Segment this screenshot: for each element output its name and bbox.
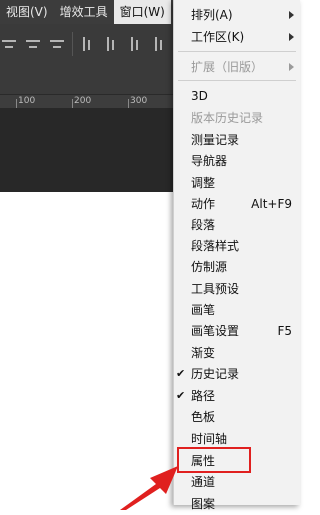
ruler-label: 300 [130, 96, 148, 106]
menu-item[interactable]: 段落样式 [174, 235, 300, 257]
menu-item[interactable]: 色板 [174, 406, 300, 428]
menu-item-label: 历史记录 [191, 367, 240, 381]
menu-item[interactable]: 图案 [174, 493, 300, 515]
menu-item-label: 排列(A) [191, 8, 233, 22]
menu-item[interactable]: 调整 [174, 172, 300, 194]
toolbar-divider [72, 32, 73, 56]
menu-item-label: 渐变 [191, 346, 216, 360]
menu-item-label: 段落样式 [191, 239, 240, 253]
canvas-work-area[interactable] [0, 108, 175, 192]
align-left-icon[interactable] [0, 36, 18, 52]
menu-divider [178, 80, 296, 81]
align-right-icon[interactable] [48, 36, 66, 52]
menu-item-label: 扩展（旧版） [191, 60, 264, 74]
menu-item[interactable]: 工作区(K) [174, 26, 300, 48]
horizontal-ruler: 100 200 300 [0, 94, 175, 109]
align-top-icon[interactable] [79, 36, 97, 52]
submenu-arrow-icon [289, 33, 294, 41]
menu-item[interactable]: 导航器 [174, 150, 300, 172]
menu-item-label: 工具预设 [191, 282, 240, 296]
distribute-icon[interactable] [151, 36, 169, 52]
menu-item[interactable]: 工具预设 [174, 278, 300, 300]
checkmark-icon: ✔ [176, 389, 186, 402]
menu-item-label: 测量记录 [191, 133, 240, 147]
menu-item-label: 仿制源 [191, 260, 228, 274]
menu-item[interactable]: ✔ 路径 [174, 385, 300, 407]
menu-item-shortcut: F5 [277, 324, 292, 338]
menu-plugins[interactable]: 增效工具 [54, 0, 114, 24]
align-bottom-icon[interactable] [127, 36, 145, 52]
menu-item-label: 路径 [191, 389, 216, 403]
submenu-arrow-icon [289, 11, 294, 19]
window-menu-dropdown: 排列(A) 工作区(K) 扩展（旧版） 3D 版本历史记录 测量记录导航器调整动作 Alt+… [173, 0, 300, 511]
menu-item[interactable]: 动作 Alt+F9 [174, 193, 300, 215]
menu-divider [178, 51, 296, 52]
menu-bar: 视图(V) 增效工具 窗口(W) [0, 0, 175, 24]
ruler-label: 200 [74, 96, 92, 106]
ruler-label: 100 [18, 96, 36, 106]
menu-item-label: 画笔设置 [191, 324, 240, 338]
menu-item[interactable]: 通道 [174, 471, 300, 493]
menu-item-label: 通道 [191, 475, 216, 489]
menu-item[interactable]: 仿制源 [174, 256, 300, 278]
menu-item-label: 调整 [191, 176, 216, 190]
document-tab-strip [0, 64, 175, 94]
menu-item-label: 动作 [191, 197, 216, 211]
align-middle-icon[interactable] [103, 36, 121, 52]
menu-item[interactable]: 排列(A) [174, 4, 300, 26]
menu-item-label: 段落 [191, 218, 216, 232]
pointer-arrow-shape [120, 466, 178, 510]
pointer-arrow-icon [120, 466, 178, 510]
menu-item-label: 色板 [191, 410, 216, 424]
menu-item[interactable]: 3D [174, 85, 300, 107]
menu-item-label: 图案 [191, 497, 216, 511]
menu-item[interactable]: 画笔 [174, 299, 300, 321]
checkmark-icon: ✔ [176, 367, 186, 380]
menu-item[interactable]: 段落 [174, 214, 300, 236]
menu-item-label: 版本历史记录 [191, 111, 264, 125]
align-center-icon[interactable] [24, 36, 42, 52]
menu-view[interactable]: 视图(V) [0, 0, 54, 24]
menu-item-label: 3D [191, 89, 208, 103]
options-bar [0, 24, 175, 64]
menu-item: 扩展（旧版） [174, 56, 300, 78]
menu-item-label: 导航器 [191, 154, 228, 168]
menu-item-shortcut: Alt+F9 [251, 197, 292, 211]
menu-item[interactable]: 画笔设置 F5 [174, 320, 300, 342]
menu-item[interactable]: ✔ 历史记录 [174, 363, 300, 385]
menu-item[interactable]: 测量记录 [174, 129, 300, 151]
menu-window[interactable]: 窗口(W) [113, 0, 171, 24]
submenu-arrow-icon [289, 63, 294, 71]
menu-item-label: 工作区(K) [191, 30, 245, 44]
menu-item: 版本历史记录 [174, 107, 300, 129]
menu-item-label: 画笔 [191, 303, 216, 317]
menu-item[interactable]: 渐变 [174, 342, 300, 364]
